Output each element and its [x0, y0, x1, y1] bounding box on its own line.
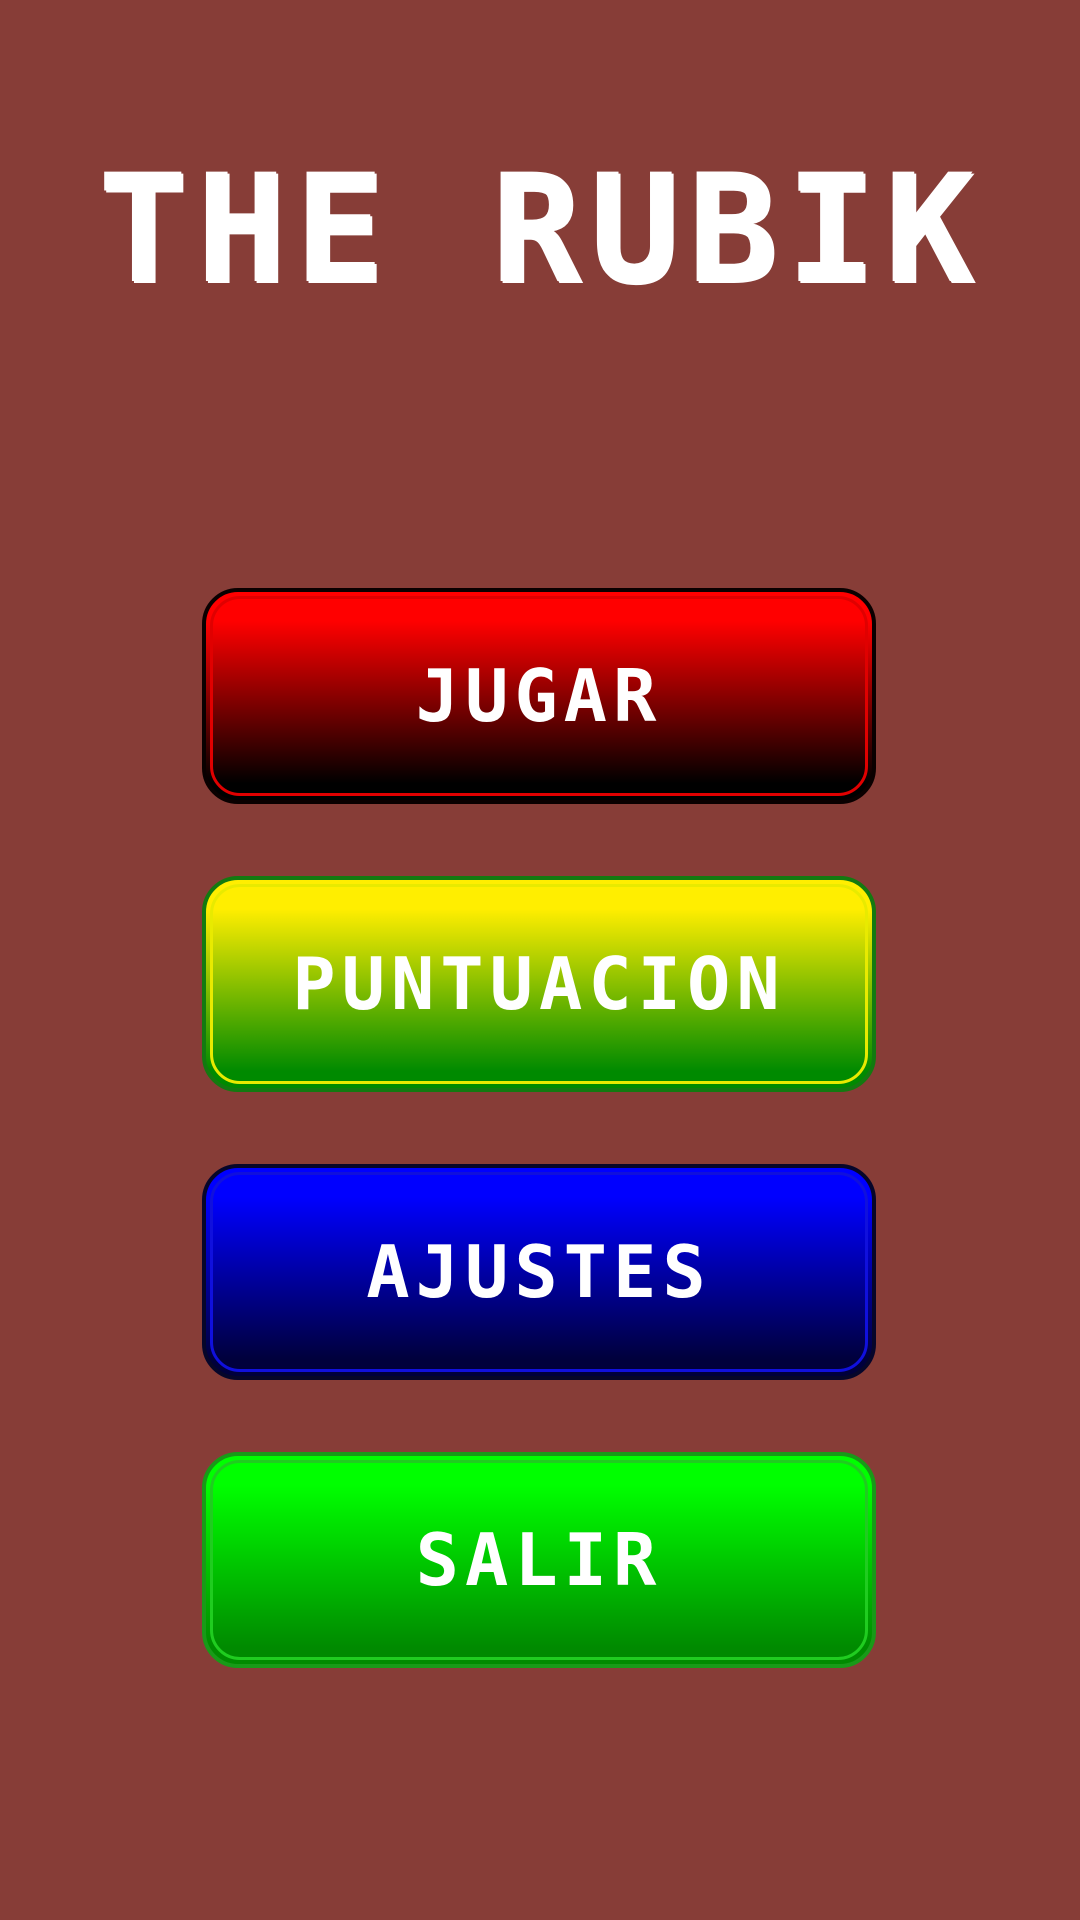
game-title: THE RUBIK — [97, 143, 983, 317]
exit-button[interactable]: SALIR — [202, 1452, 876, 1668]
play-button[interactable]: JUGAR — [202, 588, 876, 804]
exit-button-label: SALIR — [415, 1518, 663, 1602]
settings-button[interactable]: AJUSTES — [202, 1164, 876, 1380]
play-button-label: JUGAR — [415, 654, 663, 738]
score-button-label: PUNTUACION — [292, 942, 786, 1026]
score-button[interactable]: PUNTUACION — [202, 876, 876, 1092]
settings-button-label: AJUSTES — [366, 1230, 712, 1314]
